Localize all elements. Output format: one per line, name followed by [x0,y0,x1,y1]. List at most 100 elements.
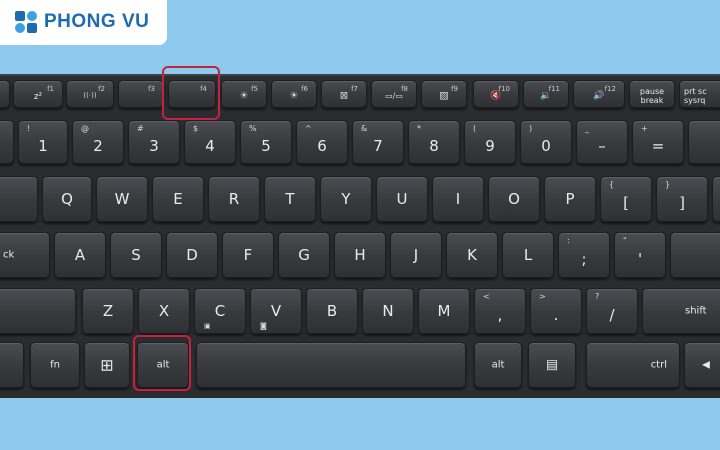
key-f1[interactable]: z² f1 [13,80,63,108]
key-s[interactable]: S [110,232,162,278]
key-left-bracket[interactable]: { [ [600,176,652,222]
key-s-label: S [131,246,141,264]
key-prtsc[interactable]: prt sc sysrq [679,80,720,108]
key-i[interactable]: I [432,176,484,222]
key-z[interactable]: Z [82,288,134,334]
key-f3[interactable]: f3 [118,80,164,108]
key-2-shift: @ [81,124,89,133]
key-pause[interactable]: pause break [629,80,675,108]
key-9[interactable]: ( 9 [464,120,516,164]
key-semicolon[interactable]: : ; [558,232,610,278]
key-w[interactable]: W [96,176,148,222]
key-g[interactable]: G [278,232,330,278]
key-space[interactable] [196,342,466,388]
key-o[interactable]: O [488,176,540,222]
key-backslash[interactable] [712,176,720,222]
key-7[interactable]: & 7 [352,120,404,164]
key-2[interactable]: @ 2 [72,120,124,164]
key-2-label: 2 [93,137,103,156]
key-h[interactable]: H [334,232,386,278]
key-arrow-left[interactable]: ◀ [684,342,720,388]
key-left-ctrl[interactable] [0,342,24,388]
key-esc[interactable] [0,80,10,108]
key-m[interactable]: M [418,288,470,334]
key-f5[interactable]: ☀ f5 [221,80,267,108]
key-d-label: D [186,246,198,264]
key-0[interactable]: ) 0 [520,120,572,164]
key-right-alt[interactable]: alt [474,342,522,388]
key-6[interactable]: ^ 6 [296,120,348,164]
key-c[interactable]: C ▣ [194,288,246,334]
key-q[interactable]: Q [42,176,92,222]
key-right-ctrl[interactable]: ctrl [586,342,680,388]
key-l[interactable]: L [502,232,554,278]
key-menu[interactable]: ▤ [528,342,576,388]
key-f7-fn: f7 [351,85,358,93]
key-6-label: 6 [317,137,327,156]
key-x[interactable]: X [138,288,190,334]
key-f8[interactable]: ▭/▭ f8 [371,80,417,108]
key-b[interactable]: B [306,288,358,334]
key-1-shift: ! [27,124,31,133]
key-f7[interactable]: ⊠ f7 [321,80,367,108]
key-b-label: B [326,302,338,320]
key-minus-shift: _ [585,124,589,133]
key-3[interactable]: # 3 [128,120,180,164]
key-4[interactable]: $ 4 [184,120,236,164]
key-f10[interactable]: 🔇 f10 [473,80,519,108]
key-left-bracket-label: [ [623,194,629,213]
key-f6-fn: f6 [301,85,308,93]
key-f3-fn: f3 [148,85,155,93]
key-f11[interactable]: 🔉 f11 [523,80,569,108]
key-n[interactable]: N [362,288,414,334]
key-a-label: A [74,246,86,264]
key-semicolon-shift: : [567,236,570,245]
key-right-bracket[interactable]: } ] [656,176,708,222]
key-equals[interactable]: + = [632,120,684,164]
key-tab[interactable] [0,176,38,222]
key-minus[interactable]: _ – [576,120,628,164]
key-f12[interactable]: 🔊 f12 [573,80,625,108]
key-period[interactable]: > . [530,288,582,334]
key-y[interactable]: Y [320,176,372,222]
key-v[interactable]: V ◙ [250,288,302,334]
key-8[interactable]: * 8 [408,120,460,164]
key-f11-fn: f11 [548,85,560,93]
key-f9[interactable]: ▨ f9 [421,80,467,108]
key-e[interactable]: E [152,176,204,222]
key-quote[interactable]: " ' [614,232,666,278]
key-5[interactable]: % 5 [240,120,292,164]
key-enter[interactable] [670,232,720,278]
key-windows[interactable]: ⊞ [84,342,130,388]
key-right-bracket-label: ] [679,194,685,213]
key-1[interactable]: ! 1 [18,120,68,164]
key-f6[interactable]: ☀ f6 [271,80,317,108]
key-left-shift[interactable] [0,288,76,334]
key-p[interactable]: P [544,176,596,222]
key-f[interactable]: F [222,232,274,278]
key-right-shift[interactable]: shift [642,288,720,334]
key-d[interactable]: D [166,232,218,278]
key-m-label: M [437,302,451,320]
key-slash[interactable]: ? / [586,288,638,334]
key-r[interactable]: R [208,176,260,222]
key-backspace[interactable] [688,120,720,164]
key-j[interactable]: J [390,232,442,278]
key-fn[interactable]: fn [30,342,80,388]
key-f2[interactable]: ((·)) f2 [66,80,114,108]
key-t[interactable]: T [264,176,316,222]
key-8-shift: * [417,124,421,133]
key-u[interactable]: U [376,176,428,222]
key-a[interactable]: A [54,232,106,278]
key-backtick[interactable] [0,120,14,164]
key-caps-lock[interactable]: ck [0,232,50,278]
key-equals-label: = [651,137,665,156]
key-7-shift: & [361,124,368,133]
key-c-label: C [214,302,226,320]
key-k[interactable]: K [446,232,498,278]
key-9-shift: ( [473,124,477,133]
key-f8-fn: f8 [401,85,408,93]
brightness-up-icon: ☀ [289,90,299,102]
key-comma[interactable]: < , [474,288,526,334]
key-right-shift-label: shift [685,305,707,317]
